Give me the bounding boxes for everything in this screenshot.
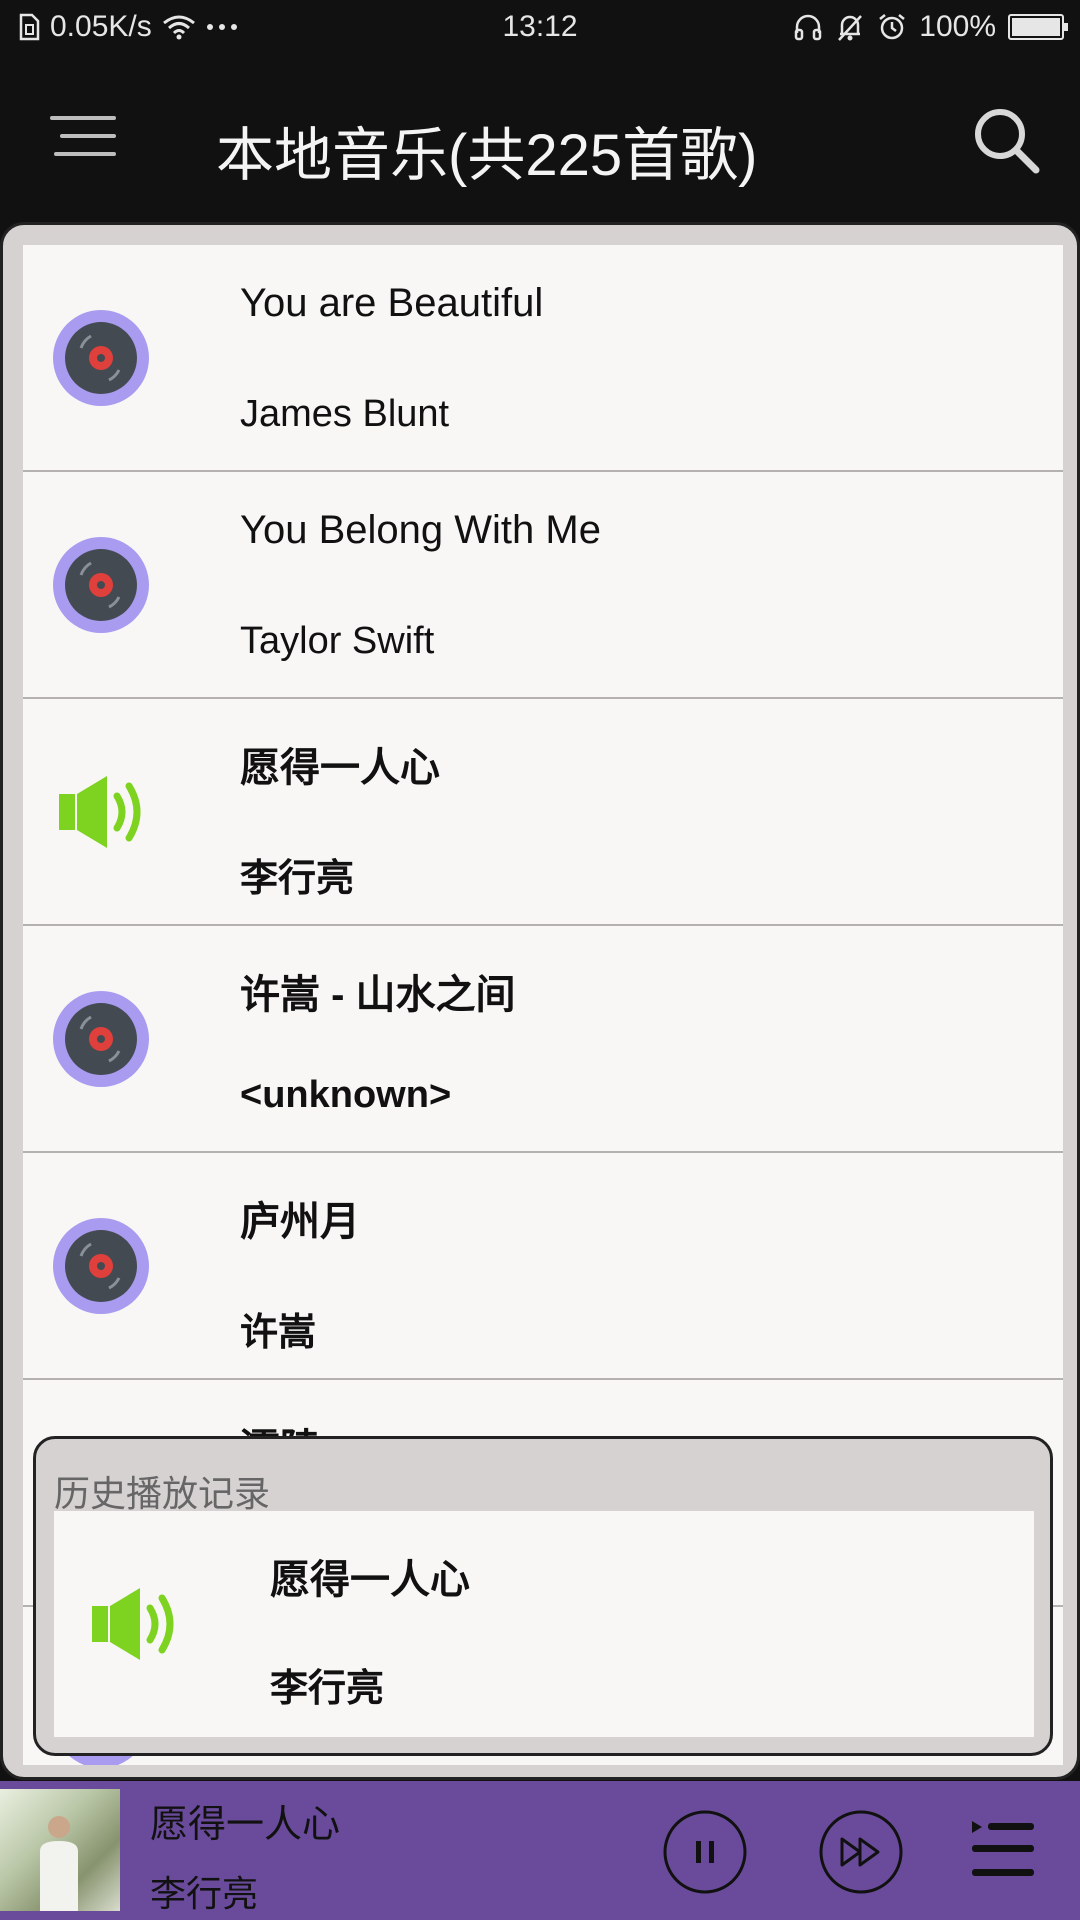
history-popup: 历史播放记录 愿得一人心 李行亮 <box>33 1436 1053 1756</box>
album-figure <box>40 1816 78 1911</box>
song-title: You Belong With Me <box>240 508 601 552</box>
song-title: 庐州月 <box>240 1200 360 1244</box>
headphones-icon <box>795 14 822 41</box>
app-header: 本地音乐(共225首歌) <box>0 56 1080 224</box>
list-item[interactable]: You are Beautiful James Blunt <box>23 245 1063 472</box>
status-bar: 0.05K/s 13:12 100% <box>0 0 1080 56</box>
playlist-icon[interactable] <box>968 1817 1038 1883</box>
list-item[interactable]: 庐州月 许嵩 <box>23 1153 1063 1380</box>
mute-bell-icon <box>838 15 863 41</box>
list-item[interactable]: 愿得一人心 李行亮 <box>23 699 1063 926</box>
page-title: 本地音乐(共225首歌) <box>216 123 758 188</box>
song-list-frame: You are Beautiful James Blunt You Belong… <box>0 222 1080 1780</box>
speaker-playing-icon <box>92 1588 174 1660</box>
song-artist: <unknown> <box>240 1074 452 1116</box>
history-title: 历史播放记录 <box>54 1473 271 1514</box>
pause-icon[interactable] <box>662 1809 748 1895</box>
song-title: 许嵩 - 山水之间 <box>240 973 516 1017</box>
list-item[interactable]: 许嵩 - 山水之间 <unknown> <box>23 926 1063 1153</box>
song-artist: 李行亮 <box>240 858 355 900</box>
player-bar[interactable]: 愿得一人心 李行亮 <box>0 1781 1080 1920</box>
song-title: 愿得一人心 <box>240 746 440 790</box>
vinyl-disc-icon <box>53 537 149 633</box>
now-playing-title: 愿得一人心 <box>150 1804 341 1846</box>
vinyl-disc-icon <box>53 991 149 1087</box>
status-right: 100% <box>793 10 1068 44</box>
now-playing-artist: 李行亮 <box>150 1873 259 1914</box>
song-artist: 李行亮 <box>270 1668 385 1710</box>
vinyl-disc-icon <box>53 310 149 406</box>
history-list-item[interactable]: 愿得一人心 李行亮 <box>54 1511 1034 1737</box>
speaker-playing-icon <box>59 776 141 848</box>
menu-icon[interactable] <box>50 116 120 160</box>
vinyl-disc-icon <box>53 1218 149 1314</box>
album-art[interactable] <box>0 1789 120 1911</box>
song-title: 愿得一人心 <box>270 1558 470 1602</box>
song-artist: 许嵩 <box>240 1312 317 1354</box>
fast-forward-icon[interactable] <box>818 1809 904 1895</box>
list-item[interactable]: You Belong With Me Taylor Swift <box>23 472 1063 699</box>
battery-percent: 100% <box>919 10 996 43</box>
song-artist: Taylor Swift <box>240 620 435 662</box>
song-title: You are Beautiful <box>240 281 544 325</box>
alarm-icon <box>879 14 906 40</box>
search-icon[interactable] <box>970 104 1042 176</box>
battery-icon <box>1008 14 1068 40</box>
song-artist: James Blunt <box>240 393 450 435</box>
